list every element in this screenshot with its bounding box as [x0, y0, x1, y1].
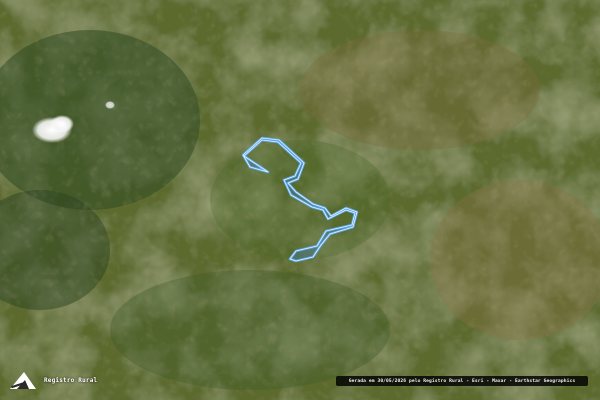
logo-label: Registro Rural	[44, 376, 98, 384]
registro-rural-logo[interactable]: Registro Rural	[8, 369, 97, 391]
registro-rural-logo-icon	[10, 372, 36, 389]
property-boundary[interactable]	[0, 0, 600, 400]
boundary-outline[interactable]	[241, 136, 359, 263]
attribution-text: Gerada em 30/05/2026 pelo Registro Rural…	[348, 378, 576, 384]
satellite-map[interactable]: Registro Rural Gerada em 30/05/2026 pelo…	[0, 0, 600, 400]
attribution-bar: Gerada em 30/05/2026 pelo Registro Rural…	[336, 376, 588, 386]
